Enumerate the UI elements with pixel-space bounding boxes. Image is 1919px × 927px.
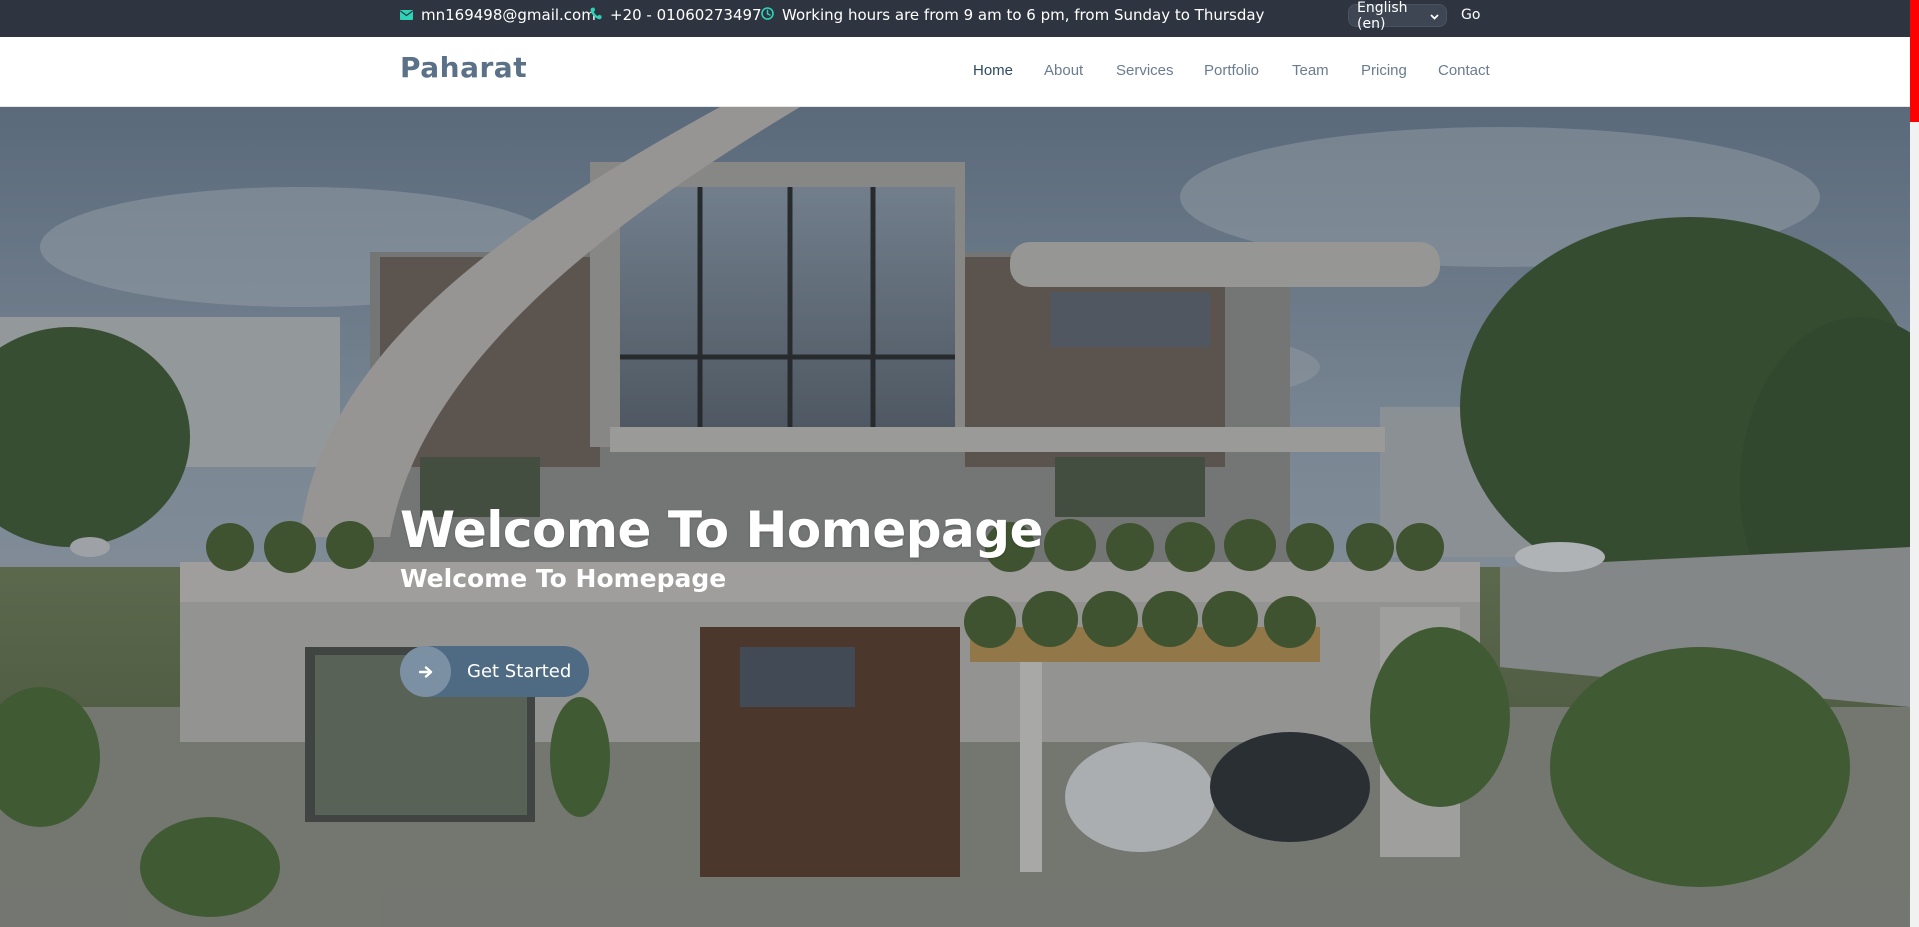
contact-phone[interactable]: +20 - 01060273497 bbox=[590, 0, 762, 30]
contact-email[interactable]: mn169498@gmail.com bbox=[400, 0, 596, 30]
hero-subtitle: Welcome To Homepage bbox=[400, 564, 727, 593]
language-select[interactable]: English (en) bbox=[1348, 0, 1447, 32]
nav-contact[interactable]: Contact bbox=[1438, 60, 1490, 82]
nav-home[interactable]: Home bbox=[973, 60, 1013, 82]
page-scrollbar[interactable] bbox=[1910, 0, 1919, 927]
site-header: Paharat Home About Services Portfolio Te… bbox=[0, 37, 1910, 107]
main-nav: Home About Services Portfolio Team Prici… bbox=[0, 60, 1910, 84]
email-text: mn169498@gmail.com bbox=[421, 6, 596, 24]
hours-text: Working hours are from 9 am to 6 pm, fro… bbox=[782, 6, 1265, 24]
nav-services[interactable]: Services bbox=[1116, 60, 1174, 82]
hero-section: Welcome To Homepage Welcome To Homepage … bbox=[0, 107, 1910, 927]
phone-icon bbox=[590, 6, 602, 24]
nav-team[interactable]: Team bbox=[1292, 60, 1329, 82]
phone-text: +20 - 01060273497 bbox=[610, 6, 762, 24]
scrollbar-thumb[interactable] bbox=[1910, 0, 1919, 122]
nav-pricing[interactable]: Pricing bbox=[1361, 60, 1407, 82]
go-button[interactable]: Go bbox=[1461, 4, 1480, 27]
get-started-button[interactable]: Get Started bbox=[400, 646, 589, 697]
arrow-right-icon bbox=[400, 646, 451, 697]
nav-about[interactable]: About bbox=[1044, 60, 1083, 82]
chevron-down-icon bbox=[1430, 8, 1439, 24]
clock-icon bbox=[761, 6, 774, 24]
top-info-bar: mn169498@gmail.com +20 - 01060273497 Wor… bbox=[0, 0, 1910, 37]
hero-title: Welcome To Homepage bbox=[400, 501, 1044, 559]
get-started-label: Get Started bbox=[467, 661, 572, 682]
language-selected-value: English (en) bbox=[1357, 0, 1408, 32]
working-hours: Working hours are from 9 am to 6 pm, fro… bbox=[761, 0, 1264, 30]
nav-portfolio[interactable]: Portfolio bbox=[1204, 60, 1259, 82]
envelope-icon bbox=[400, 6, 413, 24]
